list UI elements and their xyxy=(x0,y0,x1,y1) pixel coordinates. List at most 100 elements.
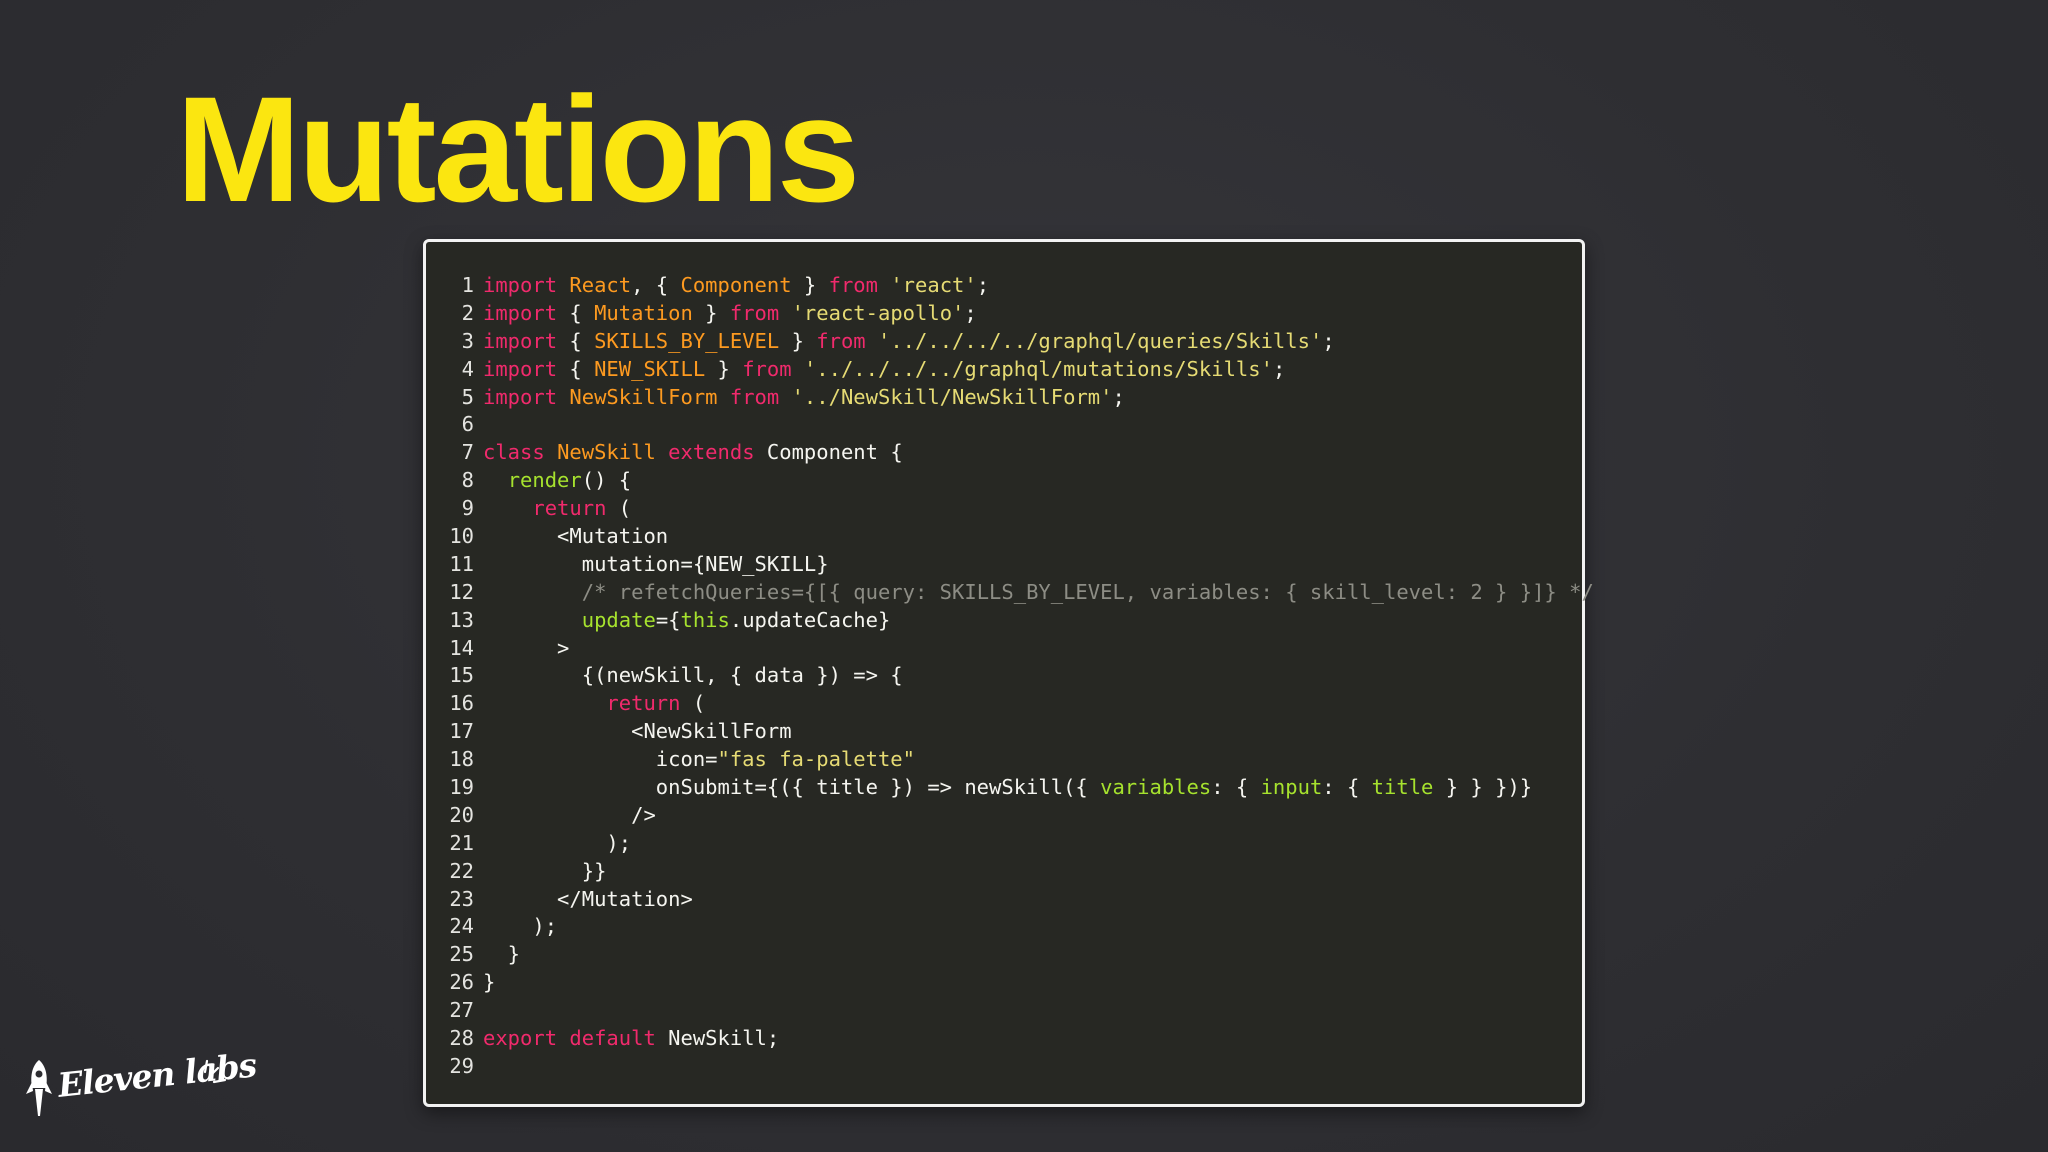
code-token: extends xyxy=(668,440,755,465)
code-token: } xyxy=(705,356,743,381)
code-text: import { Mutation } from 'react-apollo'; xyxy=(483,300,977,328)
code-token: <NewSkillForm xyxy=(483,719,792,744)
code-token: from xyxy=(729,384,780,409)
code-token: onSubmit={({ title }) => newSkill({ xyxy=(483,775,1101,800)
code-token: () { xyxy=(581,468,632,493)
line-number: 22 xyxy=(449,858,474,883)
rocket-icon xyxy=(26,1060,52,1116)
code-text: import { SKILLS_BY_LEVEL } from '../../.… xyxy=(483,328,1335,356)
code-token: import xyxy=(483,384,558,409)
code-token: variables xyxy=(1100,775,1212,800)
line-number: 1 xyxy=(461,273,474,297)
code-token: React xyxy=(569,273,632,297)
code-line: 25 } xyxy=(426,941,1582,969)
code-token: title xyxy=(1371,775,1434,800)
code-token: this xyxy=(680,607,730,632)
code-line: 24 ); xyxy=(426,913,1582,941)
spark-icon xyxy=(203,1059,227,1084)
code-line: 2 import { Mutation } from 'react-apollo'… xyxy=(426,300,1582,328)
line-number: 20 xyxy=(449,802,474,827)
code-line: 8 render() { xyxy=(426,467,1582,495)
code-token: ; xyxy=(1112,384,1125,409)
code-line: 14 > xyxy=(426,635,1582,663)
code-token: ={ xyxy=(655,607,681,632)
code-token: : { xyxy=(1211,775,1261,800)
code-text: class NewSkill extends Component { xyxy=(483,439,903,467)
line-number: 17 xyxy=(449,719,474,744)
slide-title: Mutations xyxy=(176,65,860,233)
code-line: 7 class NewSkill extends Component { xyxy=(426,439,1582,467)
code-text: } xyxy=(483,969,495,997)
code-token: {(newSkill, { data }) => { xyxy=(483,663,903,688)
code-token: import xyxy=(483,328,558,353)
code-text: </Mutation> xyxy=(483,886,693,914)
code-line: 13 update={this.updateCache} xyxy=(426,607,1582,635)
code-token: "fas fa-palette" xyxy=(717,747,915,772)
code-line: 15 {(newSkill, { data }) => { xyxy=(426,662,1582,690)
code-text: ); xyxy=(483,913,557,941)
code-token: } xyxy=(483,942,521,967)
code-line: 4 import { NEW_SKILL } from '../../../../… xyxy=(426,356,1582,384)
code-text: export default NewSkill; xyxy=(483,1025,779,1053)
code-token: , { xyxy=(631,273,681,297)
code-token: Component { xyxy=(754,440,903,465)
code-line: 22 }} xyxy=(426,858,1582,886)
code-token: } xyxy=(692,300,730,325)
code-line: 12 /* refetchQueries={[{ query: SKILLS_B… xyxy=(426,579,1594,607)
code-line: 17 <NewSkillForm xyxy=(426,718,1582,746)
code-text: ); xyxy=(483,830,631,858)
code-line: 1 import React, { Component } from 'react… xyxy=(426,272,1582,300)
line-number: 2 xyxy=(461,300,474,325)
code-token: } xyxy=(483,970,496,995)
line-number: 14 xyxy=(449,635,474,660)
code-text: icon="fas fa-palette" xyxy=(483,746,915,774)
line-number: 25 xyxy=(449,942,474,967)
code-token: default xyxy=(569,1026,656,1051)
line-number: 28 xyxy=(449,1026,474,1051)
line-number: 19 xyxy=(449,775,474,800)
code-text: update={this.updateCache} xyxy=(483,607,891,635)
code-token: ; xyxy=(1272,356,1286,381)
line-number: 24 xyxy=(449,914,474,939)
code-token: export xyxy=(483,1026,558,1051)
code-text: import React, { Component } from 'react'… xyxy=(483,272,989,300)
code-text: /> xyxy=(483,802,656,830)
line-number: 9 xyxy=(461,496,474,521)
code-token: '../../../../graphql/queries/Skills' xyxy=(877,328,1323,353)
code-text: }} xyxy=(483,858,607,886)
code-token: Mutation xyxy=(594,300,693,325)
code-text: import NewSkillForm from '../NewSkill/Ne… xyxy=(483,384,1125,412)
code-line: 20 /> xyxy=(426,802,1582,830)
code-token: Component xyxy=(680,273,792,297)
code-line: 19 onSubmit={({ title }) => newSkill({ v… xyxy=(426,774,1582,802)
code-line: 10 <Mutation xyxy=(426,523,1582,551)
eleven-labs-logo: Eleven labs xyxy=(24,1045,258,1120)
code-text: return ( xyxy=(483,690,705,718)
line-number: 5 xyxy=(461,384,474,409)
line-number: 7 xyxy=(461,440,474,465)
line-number: 12 xyxy=(449,579,474,604)
code-token: from xyxy=(816,328,866,353)
code-token: : { xyxy=(1322,775,1372,800)
code-token: /> xyxy=(483,802,656,827)
code-text: /* refetchQueries={[{ query: SKILLS_BY_L… xyxy=(483,579,1594,607)
code-token: }} xyxy=(483,858,607,883)
code-token: return xyxy=(606,691,681,716)
code-token: { xyxy=(557,356,595,381)
line-number: 8 xyxy=(461,468,474,493)
line-number: 21 xyxy=(449,830,474,855)
code-token: ( xyxy=(680,691,706,716)
code-token: ; xyxy=(964,300,977,325)
code-line: 5 import NewSkillForm from '../NewSkill/N… xyxy=(426,384,1582,412)
code-line: 11 mutation={NEW_SKILL} xyxy=(426,551,1582,579)
code-line: 26} xyxy=(426,969,1582,997)
code-token: /* refetchQueries={[{ query: SKILLS_BY_L… xyxy=(581,579,1594,604)
code-token: { xyxy=(557,328,595,353)
code-token: NewSkill; xyxy=(655,1026,780,1051)
